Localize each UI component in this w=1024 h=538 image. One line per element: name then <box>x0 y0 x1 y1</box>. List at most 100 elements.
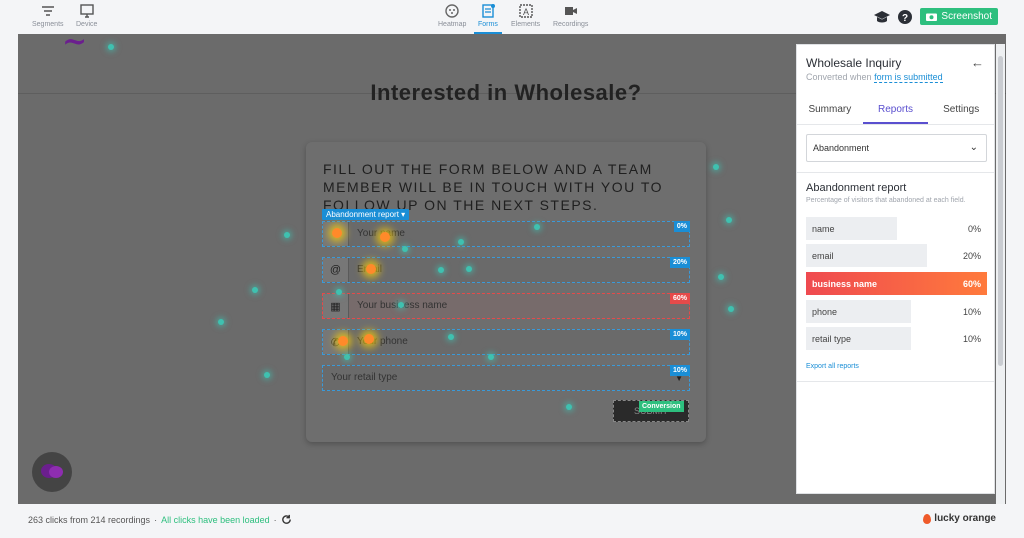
heatmap-dot <box>264 372 270 378</box>
heatmap-button[interactable]: Heatmap <box>438 3 466 28</box>
divider <box>797 172 994 173</box>
business-name-placeholder: Your business name <box>357 300 448 311</box>
report-row-value: 20% <box>962 251 981 261</box>
svg-text:?: ? <box>902 13 908 24</box>
conversion-tag: Conversion <box>639 401 684 412</box>
report-row-label: name <box>812 224 835 234</box>
heatmap-dot <box>726 217 732 223</box>
tab-summary[interactable]: Summary <box>797 99 863 124</box>
report-row-label: phone <box>812 307 838 317</box>
report-row-email: email 20% <box>806 244 987 267</box>
email-percent-badge: 20% <box>669 257 690 268</box>
name-percent-badge: 0% <box>673 221 690 232</box>
report-row-label: retail type <box>812 334 852 344</box>
panel-title: Wholesale Inquiry <box>806 56 902 70</box>
name-placeholder: Your name <box>357 228 405 239</box>
status-separator: · <box>273 514 277 525</box>
report-type-value: Abandonment <box>813 143 870 153</box>
panel-subtitle: Converted when form is submitted <box>806 72 943 83</box>
heatmap-label: Heatmap <box>438 21 467 28</box>
top-toolbar: Segments Device Heatmap Forms A Elements… <box>0 0 1024 34</box>
filter-lines-icon <box>41 6 54 16</box>
panel-scrollbar[interactable] <box>996 44 1005 504</box>
orange-logo-icon <box>923 513 932 524</box>
tab-settings[interactable]: Settings <box>928 99 994 124</box>
site-logo: ~ <box>62 34 88 59</box>
report-row-value: 10% <box>962 334 981 344</box>
segments-button[interactable]: Segments <box>32 3 64 28</box>
panel-tabs: Summary Reports Settings <box>797 99 994 125</box>
screenshot-label: Screenshot <box>941 11 992 22</box>
help-icon[interactable]: ? <box>898 9 913 24</box>
camera-icon <box>564 7 577 15</box>
heatmap-dot <box>252 287 258 293</box>
report-subtitle: Percentage of visitors that abandoned at… <box>806 197 966 204</box>
chat-bubble-button[interactable] <box>32 452 72 492</box>
heatmap-icon <box>445 4 459 18</box>
retail-type-percent-badge: 10% <box>669 365 690 376</box>
report-row-name: name 0% <box>806 217 987 240</box>
report-row-value: 60% <box>962 279 981 289</box>
email-field[interactable]: @ Email 20% <box>322 257 690 283</box>
abandonment-report-tag[interactable]: Abandonment report ▾ <box>322 209 410 220</box>
at-icon: @ <box>323 258 349 282</box>
clicks-loaded-status: All clicks have been loaded <box>161 514 270 525</box>
forms-button[interactable]: Forms <box>474 3 502 34</box>
report-row-phone: phone 10% <box>806 300 987 323</box>
form-intro: FILL OUT THE FORM BELOW AND A TEAM MEMBE… <box>323 161 664 213</box>
phone-field[interactable]: ✆ Your phone 10% <box>322 329 690 355</box>
retail-type-placeholder: Your retail type <box>331 372 398 383</box>
business-name-field[interactable]: ▦ Your business name 60% <box>322 293 690 319</box>
segments-label: Segments <box>32 21 64 28</box>
recordings-button[interactable]: Recordings <box>553 3 588 28</box>
clicks-count: 263 clicks from 214 recordings <box>28 514 151 525</box>
form-submitted-link[interactable]: form is submitted <box>874 72 943 83</box>
device-label: Device <box>76 21 98 28</box>
subtitle-prefix: Converted when <box>806 72 872 82</box>
report-row-label: business name <box>812 279 878 289</box>
device-button[interactable]: Device <box>76 3 97 28</box>
status-separator: · <box>154 514 158 525</box>
divider <box>797 381 994 382</box>
person-icon: ● <box>323 222 349 246</box>
retail-type-select[interactable]: Your retail type ▼ 10% <box>322 365 690 391</box>
building-icon: ▦ <box>323 294 349 318</box>
wholesale-form: FILL OUT THE FORM BELOW AND A TEAM MEMBE… <box>306 142 706 442</box>
brand-name: lucky orange <box>934 513 996 524</box>
graduation-cap-icon[interactable] <box>874 10 891 24</box>
screenshot-button[interactable]: Screenshot <box>920 8 998 25</box>
email-placeholder: Email <box>357 264 383 275</box>
heatmap-dot <box>284 232 290 238</box>
report-row-label: email <box>812 251 834 261</box>
tab-reports[interactable]: Reports <box>862 99 929 124</box>
camera-icon <box>926 13 938 21</box>
scrollbar-thumb[interactable] <box>998 56 1003 366</box>
forms-icon <box>482 4 495 18</box>
heatmap-dot <box>218 319 224 325</box>
business-name-percent-badge: 60% <box>669 293 690 304</box>
chat-icon <box>41 464 63 478</box>
toolbar-right: ? Screenshot <box>874 8 998 25</box>
lucky-orange-logo: lucky orange <box>923 513 996 524</box>
elements-button[interactable]: A Elements <box>511 3 540 28</box>
chevron-down-icon: ⌄ <box>969 142 978 153</box>
status-bar: 263 clicks from 214 recordings · All cli… <box>28 514 292 525</box>
refresh-icon[interactable] <box>281 514 292 525</box>
phone-percent-badge: 10% <box>669 329 690 340</box>
svg-text:A: A <box>523 7 529 17</box>
heatmap-dot <box>713 164 719 170</box>
report-title: Abandonment report <box>806 182 907 194</box>
forms-label: Forms <box>478 21 498 28</box>
name-field[interactable]: ● Your name 0% <box>322 221 690 247</box>
phone-placeholder: Your phone <box>357 336 408 347</box>
form-report-panel: Wholesale Inquiry ← Converted when form … <box>796 44 995 494</box>
heatmap-dot <box>718 274 724 280</box>
back-arrow-icon[interactable]: ← <box>971 55 984 70</box>
report-row-retail-type: retail type 10% <box>806 327 987 350</box>
report-row-value: 0% <box>967 224 981 234</box>
report-row-business-name: business name 60% <box>806 272 987 295</box>
export-all-reports-link[interactable]: Export all reports <box>806 363 859 370</box>
report-type-select[interactable]: Abandonment ⌄ <box>806 134 987 162</box>
phone-icon: ✆ <box>323 330 349 354</box>
heatmap-dot <box>728 306 734 312</box>
